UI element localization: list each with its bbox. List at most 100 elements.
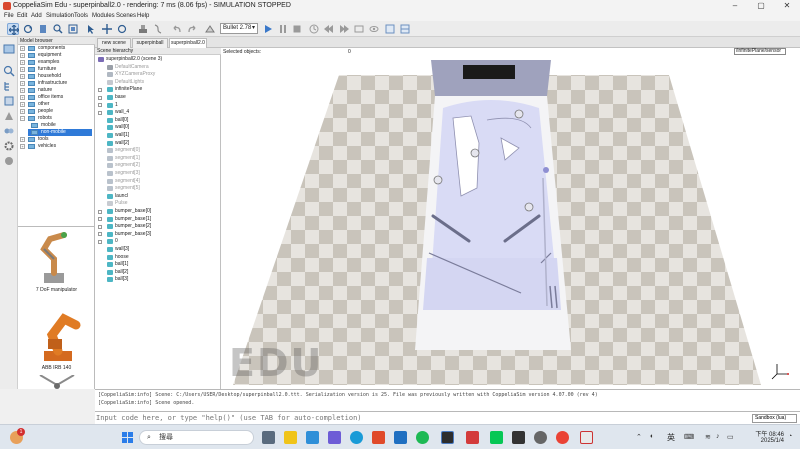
assemble-icon[interactable]	[137, 23, 149, 35]
hierarchy-item[interactable]: Pulse	[107, 200, 215, 207]
tray-chevron-icon[interactable]: ⌃	[636, 433, 642, 441]
terminal-icon[interactable]	[441, 431, 454, 444]
object-rotate-icon[interactable]	[116, 23, 128, 35]
maximize-button[interactable]: ▢	[748, 0, 774, 12]
hierarchy-item[interactable]: wall_4	[107, 109, 215, 116]
zoom-icon[interactable]	[3, 64, 15, 77]
expand-icon[interactable]: +	[20, 102, 25, 107]
redo-icon[interactable]	[186, 23, 198, 35]
hierarchy-item[interactable]: wall[2]	[107, 140, 215, 147]
bumper-1[interactable]	[470, 148, 480, 158]
expand-icon[interactable]	[98, 232, 102, 237]
hierarchy-item[interactable]: launcl	[107, 193, 215, 200]
model-folder-examples[interactable]: + examples	[20, 59, 94, 66]
calculation-modules-icon[interactable]	[3, 109, 15, 121]
hierarchy-item[interactable]: wall[0]	[107, 124, 215, 131]
scene-3d-view[interactable]	[221, 48, 800, 389]
click-select-icon[interactable]	[85, 23, 97, 35]
scene-selector-icon[interactable]	[399, 23, 411, 35]
ball-0[interactable]	[543, 167, 549, 173]
menu-scenes[interactable]: Scenes	[116, 12, 136, 21]
command-input[interactable]	[96, 413, 746, 423]
hierarchy-item[interactable]: segment[4]	[107, 178, 215, 185]
expand-icon[interactable]	[98, 110, 102, 115]
model-folder-components[interactable]: + components	[20, 45, 94, 52]
undo-icon[interactable]	[171, 23, 183, 35]
expand-icon[interactable]	[98, 103, 102, 108]
hierarchy-item[interactable]: 1	[107, 102, 215, 109]
app-icon-4[interactable]	[534, 431, 547, 444]
delta-robot-thumbnail[interactable]	[32, 375, 82, 390]
expand-icon[interactable]	[98, 87, 102, 92]
expand-icon[interactable]: +	[20, 95, 25, 100]
hierarchy-item[interactable]: segment[2]	[107, 162, 215, 169]
close-button[interactable]: ✕	[774, 0, 800, 12]
expand-icon[interactable]	[98, 224, 102, 229]
store-icon[interactable]	[394, 431, 407, 444]
scene-viewport[interactable]: Selected objects: 0 /infinitePlane/senso…	[221, 48, 800, 389]
expand-icon[interactable]: +	[20, 144, 25, 149]
expand-icon[interactable]: +	[20, 67, 25, 72]
tab-new-scene[interactable]: new scene	[97, 38, 131, 48]
hierarchy-item[interactable]: segment[3]	[107, 170, 215, 177]
tab-superpinball[interactable]: superpinball	[132, 38, 168, 48]
battery-icon[interactable]: ▭	[727, 433, 734, 441]
model-folder-household[interactable]: + household	[20, 73, 94, 80]
windows-start-icon[interactable]	[121, 431, 134, 444]
hierarchy-item[interactable]: DefaultCamera	[107, 64, 215, 71]
camera-rotate-icon[interactable]	[22, 23, 34, 35]
clock-date[interactable]: 2025/1/4	[742, 438, 784, 444]
hierarchy-item[interactable]: bumper_base[1]	[107, 216, 215, 223]
expand-icon[interactable]: +	[20, 88, 25, 93]
start-simulation-icon[interactable]	[262, 23, 274, 35]
file-explorer-icon[interactable]	[284, 431, 297, 444]
edge-icon[interactable]	[350, 431, 363, 444]
toggle-visualization-icon[interactable]	[368, 23, 380, 35]
hierarchy-item[interactable]: superpinball2.0 (scene 3)	[98, 56, 215, 63]
menu-modules[interactable]: Modules	[92, 12, 115, 21]
hierarchy-item[interactable]: bumper_base[2]	[107, 223, 215, 230]
model-folder-furniture[interactable]: + furniture	[20, 66, 94, 73]
menu-help[interactable]: Help	[137, 12, 149, 21]
hierarchy-item[interactable]: segment[0]	[107, 147, 215, 154]
wifi-icon[interactable]: ≋	[705, 433, 711, 441]
teams-icon[interactable]	[328, 431, 341, 444]
chrome-icon[interactable]	[556, 431, 569, 444]
model-folder-infrastructure[interactable]: + infrastructure	[20, 80, 94, 87]
script-language-select[interactable]: Sandbox (lua)	[752, 414, 797, 423]
collection-icon[interactable]	[3, 124, 15, 136]
model-folder-equipment[interactable]: + equipment	[20, 52, 94, 59]
model-folder-vehicles[interactable]: + vehicles	[20, 143, 94, 150]
notification-bell-icon[interactable]: ◔	[788, 433, 792, 440]
shape-edit-icon[interactable]	[3, 154, 15, 166]
input-language-label[interactable]: 英	[667, 432, 675, 443]
collapse-icon[interactable]: −	[20, 116, 25, 121]
hierarchy-item[interactable]: DefaultLights	[107, 79, 215, 86]
expand-icon[interactable]	[98, 239, 102, 244]
hierarchy-item[interactable]: segment[1]	[107, 155, 215, 162]
tray-app-icon[interactable]: ◐	[650, 433, 654, 440]
menu-file[interactable]: File	[4, 12, 14, 21]
expand-icon[interactable]: +	[20, 60, 25, 65]
camera-zoom-icon[interactable]	[52, 23, 64, 35]
settings-gear-icon[interactable]	[3, 139, 15, 151]
hierarchy-item[interactable]: bumper_base[3]	[107, 231, 215, 238]
stop-simulation-icon[interactable]	[291, 23, 303, 35]
hierarchy-item[interactable]: wall[3]	[107, 246, 215, 253]
line-icon[interactable]	[490, 431, 503, 444]
expand-icon[interactable]: +	[20, 109, 25, 114]
bumper-0[interactable]	[514, 109, 524, 119]
expand-icon[interactable]	[98, 217, 102, 222]
layers-icon[interactable]	[3, 94, 15, 106]
bumper-2[interactable]	[433, 175, 443, 185]
hierarchy-item[interactable]: base	[107, 94, 215, 101]
keyboard-icon[interactable]: ⌨	[684, 433, 694, 441]
physics-engine-select[interactable]: Bullet 2.78 ▾	[220, 23, 258, 34]
hierarchy-item[interactable]: XYZCameraProxy	[107, 71, 215, 78]
page-selector-icon[interactable]	[384, 23, 396, 35]
expand-icon[interactable]: +	[20, 74, 25, 79]
menu-edit[interactable]: Edit	[17, 12, 27, 21]
expand-icon[interactable]: +	[20, 53, 25, 58]
dynamics-icon[interactable]	[204, 23, 216, 35]
abb-irb-140-thumbnail[interactable]	[30, 305, 86, 363]
